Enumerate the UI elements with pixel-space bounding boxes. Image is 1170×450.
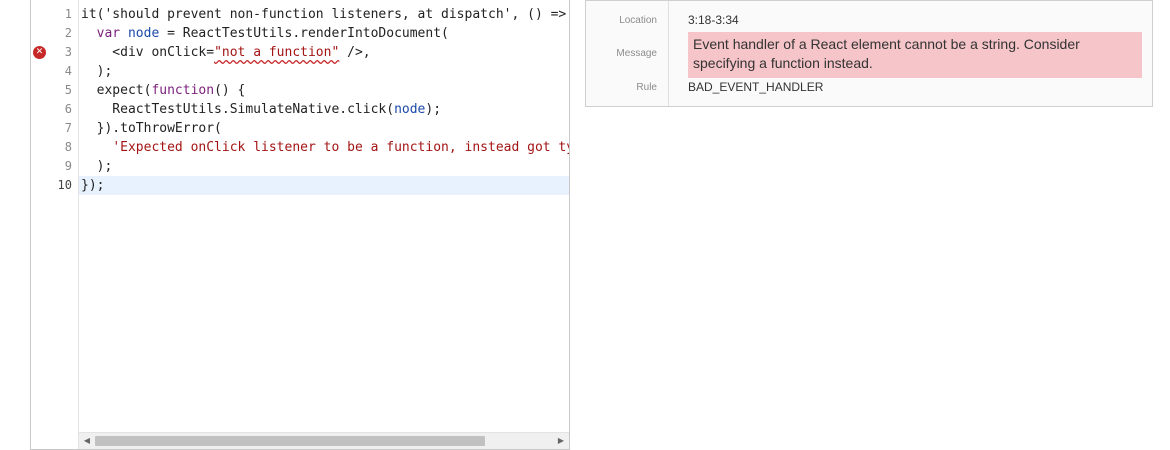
code-token: it('should prevent non-function listener… — [81, 7, 569, 22]
code-editor[interactable]: 1 2 ✕ 3 4 5 6 7 8 9 10 it('should prevent non-func… — [30, 0, 570, 450]
code-line-text: }); — [81, 176, 104, 195]
lint-details-panel: Location 3:18-3:34 Message Event handler… — [585, 0, 1153, 107]
line-number: 8 — [64, 140, 72, 154]
gutter-row: ✕ 3 — [31, 43, 78, 62]
code-area[interactable]: it('should prevent non-function listener… — [79, 5, 569, 433]
line-number: 3 — [64, 45, 72, 59]
code-token: = ReactTestUtils.renderIntoDocument( — [159, 26, 449, 41]
gutter-row: 5 — [31, 81, 78, 100]
line-number: 9 — [64, 159, 72, 173]
code-line[interactable]: 'Expected onClick listener to be a funct… — [79, 138, 569, 157]
code-token: }).toThrowError( — [81, 121, 222, 136]
code-token: () { — [214, 83, 246, 98]
code-line[interactable]: it('should prevent non-function listener… — [79, 5, 569, 24]
code-line[interactable]: expect(function() { — [79, 81, 569, 100]
gutter-row: 1 — [31, 5, 78, 24]
code-line-text: it('should prevent non-function listener… — [81, 5, 569, 24]
rule-value: BAD_EVENT_HANDLER — [688, 80, 824, 94]
code-line[interactable]: ); — [79, 157, 569, 176]
rule-label: Rule — [636, 82, 657, 93]
scrollbar-thumb[interactable] — [95, 436, 485, 446]
gutter-row: 6 — [31, 100, 78, 119]
line-number: 6 — [64, 102, 72, 116]
code-token: node — [127, 26, 160, 41]
code-token: 'Expected onClick listener to be a funct… — [112, 140, 569, 155]
line-number: 10 — [57, 178, 72, 192]
scroll-right-arrow-icon[interactable]: ▶ — [553, 433, 569, 449]
gutter-row: 9 — [31, 157, 78, 176]
code-token: function — [151, 83, 215, 98]
message-value: Event handler of a React element cannot … — [688, 32, 1142, 78]
code-line[interactable]: var node = ReactTestUtils.renderIntoDocu… — [79, 24, 569, 43]
code-token: ); — [425, 102, 442, 117]
code-token: />, — [339, 45, 371, 60]
gutter-row: 8 — [31, 138, 78, 157]
horizontal-scrollbar[interactable]: ◀ ▶ — [79, 432, 569, 449]
code-token: var — [96, 26, 121, 41]
code-token: ); — [81, 64, 113, 79]
code-line-text: ); — [81, 62, 113, 81]
error-marker-icon[interactable]: ✕ — [33, 46, 46, 59]
code-token: <div onClick= — [81, 45, 215, 60]
code-line[interactable]: }).toThrowError( — [79, 119, 569, 138]
code-line-text: <div onClick="not a function" />, — [81, 43, 371, 62]
code-line-text: ); — [81, 157, 113, 176]
code-token: ); — [81, 159, 113, 174]
line-number: 4 — [64, 64, 72, 78]
code-token: }); — [81, 178, 105, 193]
code-line-text: 'Expected onClick listener to be a funct… — [81, 138, 569, 157]
scroll-left-arrow-icon[interactable]: ◀ — [79, 433, 95, 449]
location-value: 3:18-3:34 — [688, 13, 739, 27]
line-number: 1 — [64, 7, 72, 21]
code-token: node — [394, 102, 426, 117]
code-token: expect( — [81, 83, 152, 98]
error-token: "not a function" — [214, 45, 340, 60]
message-label: Message — [616, 48, 657, 59]
location-label: Location — [619, 15, 657, 26]
code-line[interactable]: ); — [79, 62, 569, 81]
line-number: 5 — [64, 83, 72, 97]
gutter-row: 7 — [31, 119, 78, 138]
code-line[interactable]: <div onClick="not a function" />, — [79, 43, 569, 62]
gutter-row: 4 — [31, 62, 78, 81]
code-line[interactable]: }); — [79, 176, 569, 195]
code-line[interactable]: ReactTestUtils.SimulateNative.click(node… — [79, 100, 569, 119]
code-token: ReactTestUtils.SimulateNative.click( — [81, 102, 395, 117]
code-line-text: ReactTestUtils.SimulateNative.click(node… — [81, 100, 441, 119]
gutter-row: 10 — [31, 176, 78, 195]
line-number: 7 — [64, 121, 72, 135]
gutter-row: 2 — [31, 24, 78, 43]
code-line-text: expect(function() { — [81, 81, 246, 100]
code-line-text: var node = ReactTestUtils.renderIntoDocu… — [81, 24, 449, 43]
line-number-gutter: 1 2 ✕ 3 4 5 6 7 8 9 10 — [31, 0, 79, 449]
line-number: 2 — [64, 26, 72, 40]
code-line-text: }).toThrowError( — [81, 119, 222, 138]
